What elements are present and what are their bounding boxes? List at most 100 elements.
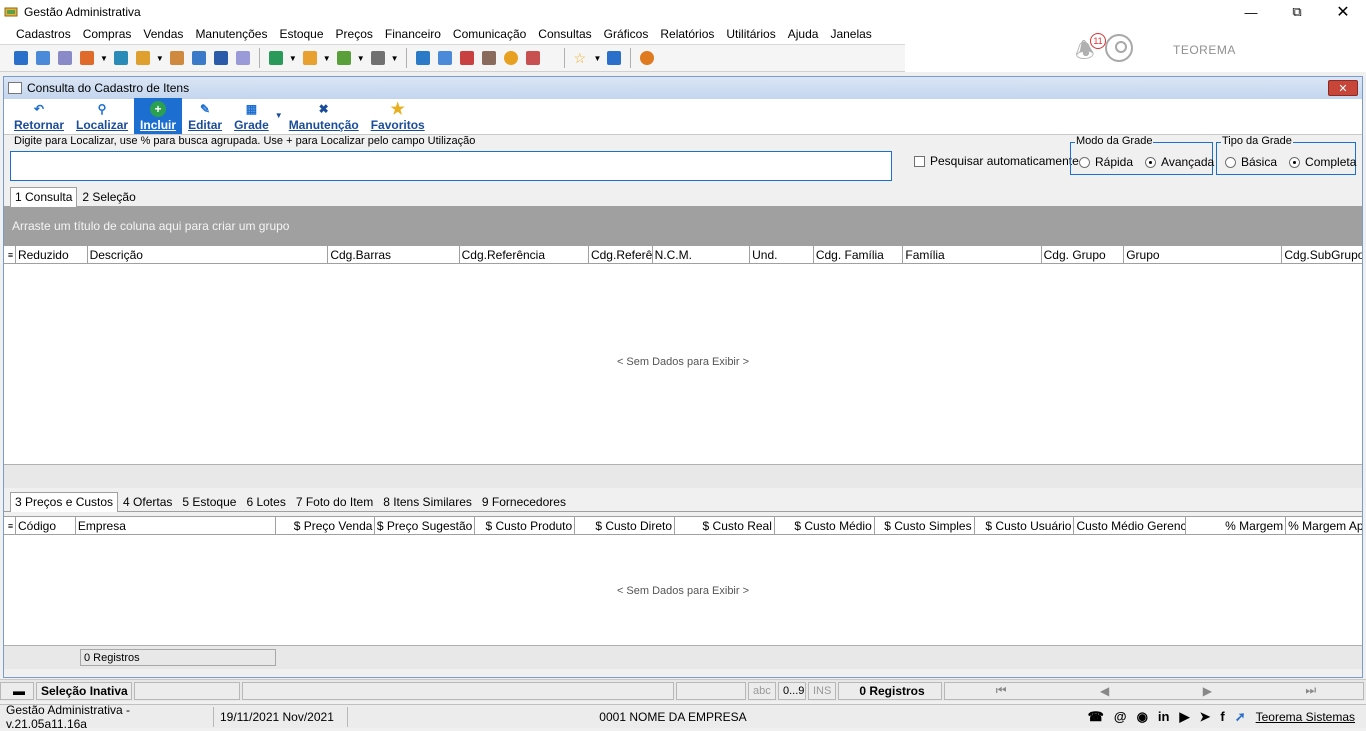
col-preco-sugestao[interactable]: $ Preço Sugestão (375, 517, 476, 534)
menu-consultas[interactable]: Consultas (538, 27, 591, 41)
dropdown-arrow-icon[interactable]: ▼ (391, 54, 399, 63)
col-grupo[interactable]: Grupo (1124, 246, 1283, 263)
instagram-icon[interactable]: ◉ (1137, 709, 1148, 725)
dollar-icon[interactable] (213, 51, 228, 65)
calendar-icon[interactable] (459, 51, 474, 65)
money-icon[interactable] (336, 51, 351, 65)
prices-grid-body[interactable]: < Sem Dados para Exibir > (4, 535, 1362, 645)
user-avatar-icon[interactable] (1105, 34, 1133, 62)
menu-relatorios[interactable]: Relatórios (660, 27, 714, 41)
col-custo-produto[interactable]: $ Custo Produto (475, 517, 576, 534)
favoritos-button[interactable]: ★ Favoritos (365, 98, 431, 134)
teorema-sistemas-link[interactable]: Teorema Sistemas (1256, 710, 1355, 724)
close-button[interactable]: ✕ (1320, 0, 1366, 24)
menu-manutencoes[interactable]: Manutenções (195, 27, 267, 41)
retornar-button[interactable]: ↶ Retornar (8, 98, 70, 134)
tab-lotes[interactable]: 6 Lotes (241, 492, 290, 511)
book-icon[interactable] (14, 51, 28, 65)
editar-button[interactable]: ✎ Editar (182, 98, 228, 134)
maximize-button[interactable]: ⧉ (1274, 0, 1320, 24)
youtube-icon[interactable]: ▶ (1179, 709, 1189, 725)
radio-completa[interactable]: Completa (1289, 155, 1356, 169)
users-icon[interactable] (36, 51, 50, 65)
radio-rapida[interactable]: Rápida (1079, 155, 1133, 169)
note-icon[interactable] (302, 51, 317, 65)
column-chooser-icon[interactable]: ≡ (4, 246, 16, 263)
col-margem[interactable]: % Margem (1186, 517, 1287, 534)
tab-foto-item[interactable]: 7 Foto do Item (291, 492, 378, 511)
tab-ofertas[interactable]: 4 Ofertas (118, 492, 177, 511)
dropdown-arrow-icon[interactable]: ▼ (594, 54, 602, 63)
tab-estoque[interactable]: 5 Estoque (177, 492, 241, 511)
minimize-button[interactable]: — (1228, 0, 1274, 24)
col-custo-real[interactable]: $ Custo Real (675, 517, 775, 534)
twitter-icon[interactable]: ➤ (1199, 709, 1210, 725)
col-custo-direto[interactable]: $ Custo Direto (575, 517, 676, 534)
linkedin-icon[interactable]: in (1158, 709, 1170, 724)
menu-utilitarios[interactable]: Utilitários (726, 27, 775, 41)
col-cdg-grupo[interactable]: Cdg. Grupo (1042, 246, 1125, 263)
localizar-button[interactable]: ⚲ Localizar (70, 98, 134, 134)
dropdown-arrow-icon[interactable]: ▼ (100, 54, 108, 63)
star-icon[interactable]: ☆ (574, 51, 588, 65)
menu-financeiro[interactable]: Financeiro (385, 27, 441, 41)
next-record-icon[interactable]: ▶ (1203, 684, 1212, 698)
report-icon[interactable] (525, 51, 540, 65)
folder-icon[interactable] (135, 51, 150, 65)
tab-selecao[interactable]: 2 Seleção (77, 187, 140, 206)
menu-ajuda[interactable]: Ajuda (788, 27, 819, 41)
bank-icon[interactable] (191, 51, 206, 65)
col-margem-apl[interactable]: % Margem Apl (1286, 517, 1362, 534)
dropdown-arrow-icon[interactable]: ▼ (357, 54, 365, 63)
grade-button[interactable]: ▦ Grade (228, 98, 275, 134)
clock-icon[interactable] (503, 51, 518, 65)
cart-icon[interactable] (268, 51, 283, 65)
col-cdg-referencia2[interactable]: Cdg.Referên (589, 246, 653, 263)
prev-record-icon[interactable]: ◀ (1100, 684, 1109, 698)
person-icon[interactable] (169, 51, 184, 65)
col-cdg-familia[interactable]: Cdg. Família (814, 246, 904, 263)
menu-cadastros[interactable]: Cadastros (16, 27, 71, 41)
hierarchy-icon[interactable] (80, 51, 94, 65)
card-icon[interactable] (58, 51, 72, 65)
items-grid-body[interactable]: < Sem Dados para Exibir > (4, 264, 1362, 464)
col-custo-usuario[interactable]: $ Custo Usuário (975, 517, 1075, 534)
info-icon[interactable] (607, 51, 622, 65)
headset-icon[interactable]: ☎ (1088, 709, 1104, 725)
tab-consulta[interactable]: 1 Consulta (10, 187, 78, 207)
col-empresa[interactable]: Empresa (76, 517, 276, 534)
dropdown-arrow-icon[interactable]: ▼ (289, 54, 297, 63)
tools-icon[interactable] (481, 51, 496, 65)
radio-basica[interactable]: Básica (1225, 155, 1277, 169)
col-custo-simples[interactable]: $ Custo Simples (875, 517, 975, 534)
email-icon[interactable]: @ (1114, 709, 1127, 724)
col-cdg-referencia[interactable]: Cdg.Referência (460, 246, 589, 263)
child-close-button[interactable]: ✕ (1328, 80, 1358, 96)
col-preco-venda[interactable]: $ Preço Venda (276, 517, 376, 534)
menu-estoque[interactable]: Estoque (279, 27, 323, 41)
grade-dropdown-icon[interactable]: ▼ (275, 111, 283, 120)
dropdown-arrow-icon[interactable]: ▼ (156, 54, 164, 63)
menu-compras[interactable]: Compras (83, 27, 132, 41)
radio-avancada[interactable]: Avançada (1145, 155, 1214, 169)
facebook-icon[interactable]: f (1220, 709, 1224, 724)
calc-icon[interactable] (437, 51, 452, 65)
col-cdg-subgrupo[interactable]: Cdg.SubGrupo (1282, 246, 1362, 263)
calculator-icon[interactable] (415, 51, 430, 65)
col-ncm[interactable]: N.C.M. (653, 246, 751, 263)
col-descricao[interactable]: Descrição (88, 246, 329, 263)
col-codigo[interactable]: Código (16, 517, 76, 534)
menu-vendas[interactable]: Vendas (143, 27, 183, 41)
id-card-icon[interactable] (235, 51, 250, 65)
group-by-panel[interactable]: Arraste um título de coluna aqui para cr… (4, 207, 1362, 245)
menu-graficos[interactable]: Gráficos (604, 27, 649, 41)
menu-comunicacao[interactable]: Comunicação (453, 27, 526, 41)
manutencao-button[interactable]: ✖ Manutenção (283, 98, 365, 134)
col-und[interactable]: Und. (750, 246, 814, 263)
menu-janelas[interactable]: Janelas (830, 27, 871, 41)
keyboard-icon[interactable]: ▬ (0, 681, 34, 700)
menu-precos[interactable]: Preços (336, 27, 373, 41)
tab-precos-custos[interactable]: 3 Preços e Custos (10, 492, 119, 512)
auto-search-checkbox[interactable]: Pesquisar automaticamente (914, 154, 1079, 168)
col-custo-medio-gerencial[interactable]: Custo Médio Gerencial (1074, 517, 1187, 534)
